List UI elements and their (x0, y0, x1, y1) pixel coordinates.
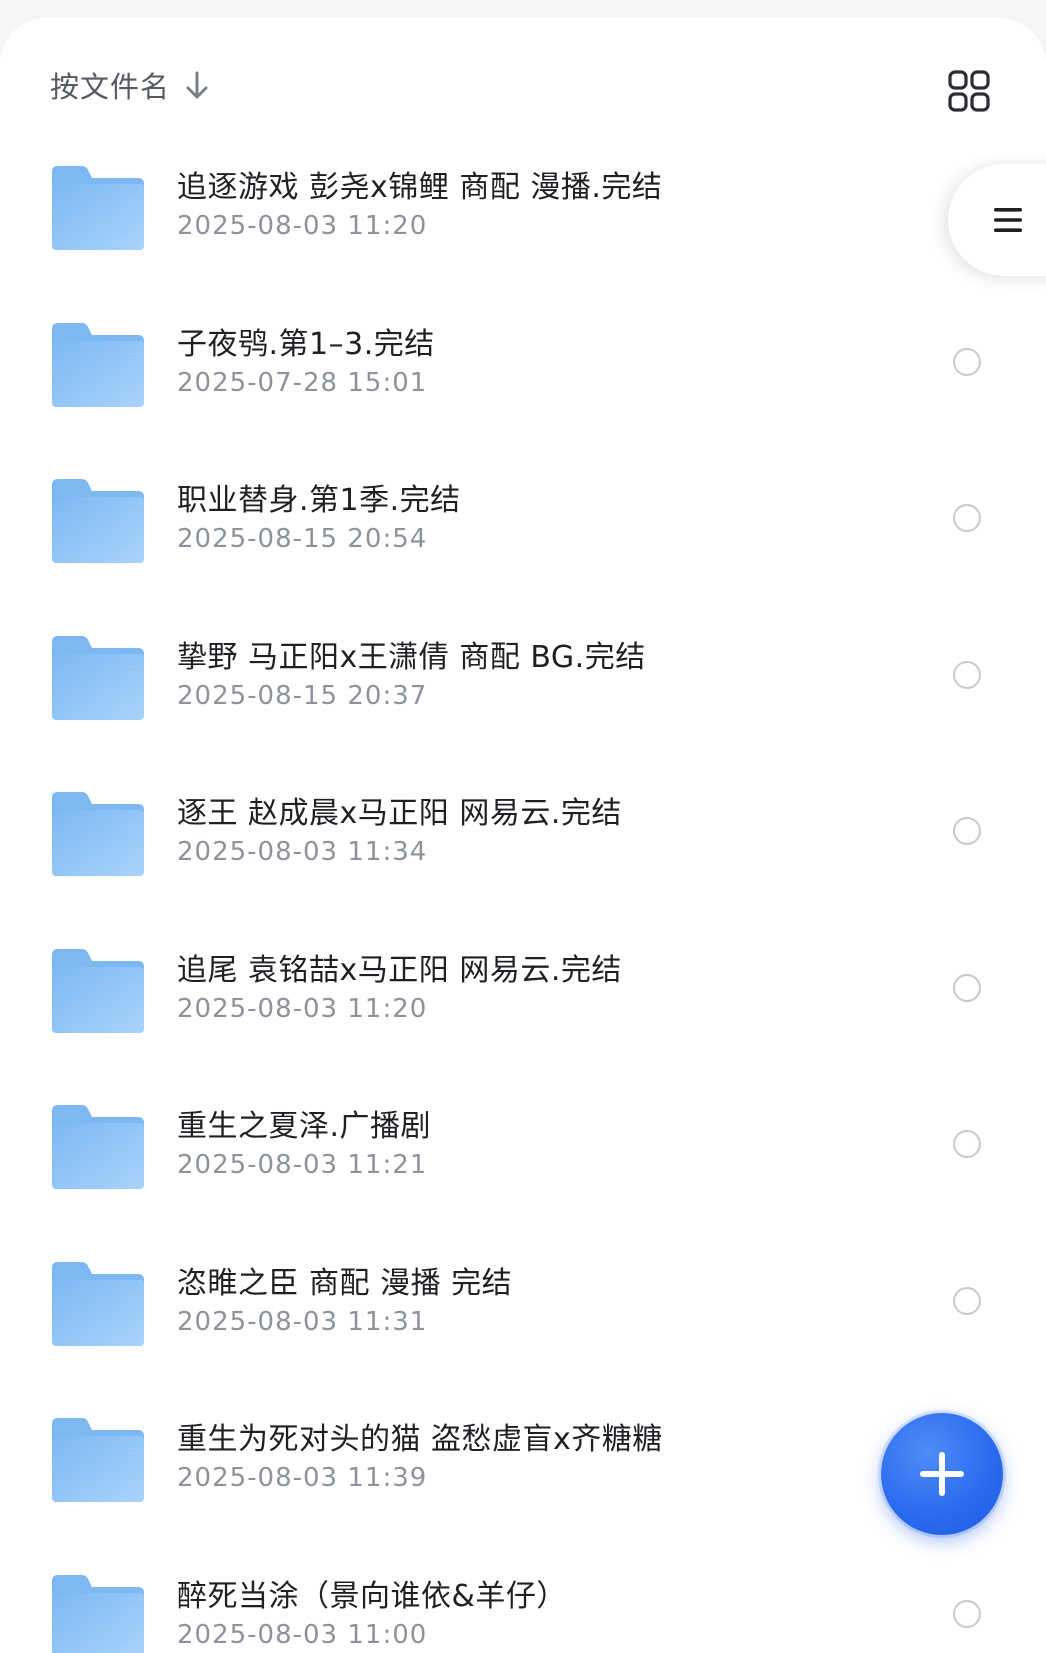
file-row[interactable]: 追逐游戏 彭尧x锦鲤 商配 漫播.完结 2025-08-03 11:20 (0, 128, 1046, 285)
file-date: 2025-08-03 11:31 (177, 1306, 428, 1337)
select-checkbox[interactable] (953, 1286, 981, 1315)
file-date: 2025-08-03 11:20 (177, 993, 428, 1024)
file-date: 2025-07-28 15:01 (177, 367, 428, 398)
hamburger-menu-icon (994, 208, 1022, 232)
file-name: 恣睢之臣 商配 漫播 完结 (177, 1265, 513, 1301)
folder-icon (52, 792, 144, 876)
select-checkbox[interactable] (953, 347, 981, 376)
file-date: 2025-08-03 11:34 (177, 837, 428, 867)
folder-icon (52, 635, 144, 720)
sort-label: 按文件名 (50, 70, 171, 104)
file-row[interactable]: 子夜鸮.第1–3.完结 2025-07-28 15:01 (0, 285, 1046, 442)
file-name: 子夜鸮.第1–3.完结 (177, 326, 435, 362)
file-row[interactable]: 职业替身.第1季.完结 2025-08-15 20:54 (0, 441, 1046, 598)
file-date: 2025-08-03 11:39 (177, 1463, 428, 1493)
select-checkbox[interactable] (953, 504, 981, 532)
file-list: 追逐游戏 彭尧x锦鲤 商配 漫播.完结 2025-08-03 11:20 子夜鸮.第… (0, 128, 1046, 1653)
select-checkbox[interactable] (953, 973, 981, 1002)
folder-icon (52, 166, 144, 250)
select-checkbox[interactable] (953, 1130, 981, 1158)
file-date: 2025-08-15 20:37 (177, 680, 428, 711)
file-row[interactable]: 重生之夏泽.广播剧 2025-08-03 11:21 (0, 1067, 1046, 1224)
file-name: 职业替身.第1季.完结 (177, 483, 461, 518)
arrow-down-icon (186, 71, 208, 99)
file-row[interactable]: 恣睢之臣 商配 漫播 完结 2025-08-03 11:31 (0, 1224, 1046, 1381)
folder-icon (52, 1418, 144, 1502)
select-checkbox[interactable] (953, 817, 981, 845)
grid-view-icon[interactable] (948, 70, 990, 112)
file-row[interactable]: 醉死当涂（景向谁依&羊仔） 2025-08-03 11:00 (0, 1537, 1046, 1653)
folder-icon (52, 322, 144, 407)
select-checkbox[interactable] (953, 660, 981, 689)
file-name: 追尾 袁铭喆x马正阳 网易云.完结 (177, 952, 622, 988)
sort-by-name-button[interactable]: 按文件名 (50, 64, 212, 106)
file-name: 挚野 马正阳x王潇倩 商配 BG.完结 (177, 639, 646, 675)
add-button[interactable] (881, 1413, 1003, 1535)
file-date: 2025-08-03 11:00 (177, 1619, 428, 1650)
folder-icon (52, 479, 144, 563)
folder-icon (52, 1574, 144, 1653)
file-name: 重生之夏泽.广播剧 (177, 1109, 432, 1144)
folder-icon (52, 948, 144, 1033)
folder-icon (52, 1105, 144, 1189)
file-name: 逐王 赵成晨x马正阳 网易云.完结 (177, 796, 622, 831)
file-date: 2025-08-03 11:20 (177, 211, 428, 241)
file-row[interactable]: 追尾 袁铭喆x马正阳 网易云.完结 2025-08-03 11:20 (0, 911, 1046, 1068)
select-checkbox[interactable] (953, 1599, 981, 1628)
folder-icon (52, 1261, 144, 1346)
file-name: 醉死当涂（景向谁依&羊仔） (177, 1578, 567, 1614)
file-date: 2025-08-03 11:21 (177, 1150, 428, 1180)
file-row[interactable]: 挚野 马正阳x王潇倩 商配 BG.完结 2025-08-15 20:37 (0, 598, 1046, 755)
file-browser-panel: 按文件名 追逐游戏 彭尧x锦鲤 商配 漫播.完结 2025-08-03 11:20… (0, 18, 1046, 1653)
file-name: 重生为死对头的猫 盗愁虚盲x齐糖糖 (177, 1422, 663, 1457)
file-row[interactable]: 逐王 赵成晨x马正阳 网易云.完结 2025-08-03 11:34 (0, 754, 1046, 911)
file-name: 追逐游戏 彭尧x锦鲤 商配 漫播.完结 (177, 170, 663, 205)
plus-icon (920, 1452, 964, 1496)
file-date: 2025-08-15 20:54 (177, 524, 428, 554)
